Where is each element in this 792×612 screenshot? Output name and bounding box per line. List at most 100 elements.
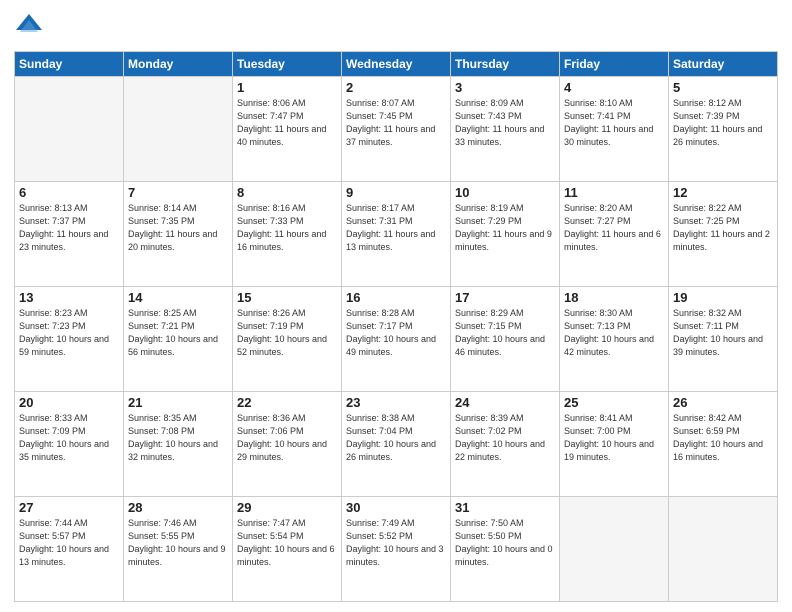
calendar-week-5: 27 Sunrise: 7:44 AMSunset: 5:57 PMDayligh… <box>15 497 778 602</box>
logo <box>14 10 48 45</box>
day-info: Sunrise: 8:42 AMSunset: 6:59 PMDaylight:… <box>673 412 773 464</box>
calendar-cell: 17 Sunrise: 8:29 AMSunset: 7:15 PMDayligh… <box>451 287 560 392</box>
day-info: Sunrise: 8:25 AMSunset: 7:21 PMDaylight:… <box>128 307 228 359</box>
calendar-cell: 22 Sunrise: 8:36 AMSunset: 7:06 PMDayligh… <box>233 392 342 497</box>
day-info: Sunrise: 8:10 AMSunset: 7:41 PMDaylight:… <box>564 97 664 149</box>
calendar-cell: 5 Sunrise: 8:12 AMSunset: 7:39 PMDaylight… <box>669 77 778 182</box>
day-number: 5 <box>673 80 773 95</box>
calendar-cell: 6Sunrise: 8:13 AMSunset: 7:37 PMDaylight… <box>15 182 124 287</box>
day-number: 13 <box>19 290 119 305</box>
day-number: 19 <box>673 290 773 305</box>
calendar-cell: 20Sunrise: 8:33 AMSunset: 7:09 PMDayligh… <box>15 392 124 497</box>
calendar-week-1: 1 Sunrise: 8:06 AMSunset: 7:47 PMDaylight… <box>15 77 778 182</box>
calendar-week-4: 20Sunrise: 8:33 AMSunset: 7:09 PMDayligh… <box>15 392 778 497</box>
day-number: 26 <box>673 395 773 410</box>
calendar-cell: 9 Sunrise: 8:17 AMSunset: 7:31 PMDaylight… <box>342 182 451 287</box>
calendar-cell: 23 Sunrise: 8:38 AMSunset: 7:04 PMDayligh… <box>342 392 451 497</box>
calendar-cell: 1 Sunrise: 8:06 AMSunset: 7:47 PMDaylight… <box>233 77 342 182</box>
day-number: 7 <box>128 185 228 200</box>
day-info: Sunrise: 8:22 AMSunset: 7:25 PMDaylight:… <box>673 202 773 254</box>
day-number: 15 <box>237 290 337 305</box>
day-info: Sunrise: 8:39 AMSunset: 7:02 PMDaylight:… <box>455 412 555 464</box>
calendar-cell: 28 Sunrise: 7:46 AMSunset: 5:55 PMDayligh… <box>124 497 233 602</box>
header-thursday: Thursday <box>451 52 560 77</box>
day-number: 16 <box>346 290 446 305</box>
calendar-cell: 26 Sunrise: 8:42 AMSunset: 6:59 PMDayligh… <box>669 392 778 497</box>
day-number: 30 <box>346 500 446 515</box>
day-number: 14 <box>128 290 228 305</box>
day-info: Sunrise: 8:14 AMSunset: 7:35 PMDaylight:… <box>128 202 228 254</box>
day-info: Sunrise: 8:12 AMSunset: 7:39 PMDaylight:… <box>673 97 773 149</box>
calendar-cell: 12Sunrise: 8:22 AMSunset: 7:25 PMDayligh… <box>669 182 778 287</box>
day-info: Sunrise: 8:35 AMSunset: 7:08 PMDaylight:… <box>128 412 228 464</box>
calendar-cell: 7 Sunrise: 8:14 AMSunset: 7:35 PMDaylight… <box>124 182 233 287</box>
calendar-cell: 18 Sunrise: 8:30 AMSunset: 7:13 PMDayligh… <box>560 287 669 392</box>
day-info: Sunrise: 8:19 AMSunset: 7:29 PMDaylight:… <box>455 202 555 254</box>
day-info: Sunrise: 8:32 AMSunset: 7:11 PMDaylight:… <box>673 307 773 359</box>
calendar-cell: 25 Sunrise: 8:41 AMSunset: 7:00 PMDayligh… <box>560 392 669 497</box>
day-number: 22 <box>237 395 337 410</box>
calendar-cell <box>669 497 778 602</box>
day-number: 18 <box>564 290 664 305</box>
day-number: 25 <box>564 395 664 410</box>
calendar-cell: 11 Sunrise: 8:20 AMSunset: 7:27 PMDayligh… <box>560 182 669 287</box>
day-info: Sunrise: 8:17 AMSunset: 7:31 PMDaylight:… <box>346 202 446 254</box>
day-info: Sunrise: 7:44 AMSunset: 5:57 PMDaylight:… <box>19 517 119 569</box>
calendar-week-3: 13 Sunrise: 8:23 AMSunset: 7:23 PMDayligh… <box>15 287 778 392</box>
day-number: 27 <box>19 500 119 515</box>
calendar-cell: 31 Sunrise: 7:50 AMSunset: 5:50 PMDayligh… <box>451 497 560 602</box>
day-info: Sunrise: 8:07 AMSunset: 7:45 PMDaylight:… <box>346 97 446 149</box>
day-info: Sunrise: 8:23 AMSunset: 7:23 PMDaylight:… <box>19 307 119 359</box>
calendar-cell: 3 Sunrise: 8:09 AMSunset: 7:43 PMDaylight… <box>451 77 560 182</box>
calendar-cell: 27 Sunrise: 7:44 AMSunset: 5:57 PMDayligh… <box>15 497 124 602</box>
calendar-cell: 10 Sunrise: 8:19 AMSunset: 7:29 PMDayligh… <box>451 182 560 287</box>
day-number: 1 <box>237 80 337 95</box>
day-info: Sunrise: 7:49 AMSunset: 5:52 PMDaylight:… <box>346 517 446 569</box>
day-number: 2 <box>346 80 446 95</box>
day-info: Sunrise: 8:26 AMSunset: 7:19 PMDaylight:… <box>237 307 337 359</box>
header-saturday: Saturday <box>669 52 778 77</box>
calendar-header-row: SundayMondayTuesdayWednesdayThursdayFrid… <box>15 52 778 77</box>
header-monday: Monday <box>124 52 233 77</box>
calendar-cell <box>560 497 669 602</box>
calendar-cell: 16 Sunrise: 8:28 AMSunset: 7:17 PMDayligh… <box>342 287 451 392</box>
header-sunday: Sunday <box>15 52 124 77</box>
day-number: 11 <box>564 185 664 200</box>
day-number: 6 <box>19 185 119 200</box>
day-info: Sunrise: 8:06 AMSunset: 7:47 PMDaylight:… <box>237 97 337 149</box>
day-info: Sunrise: 8:16 AMSunset: 7:33 PMDaylight:… <box>237 202 337 254</box>
day-info: Sunrise: 8:09 AMSunset: 7:43 PMDaylight:… <box>455 97 555 149</box>
day-info: Sunrise: 8:36 AMSunset: 7:06 PMDaylight:… <box>237 412 337 464</box>
header-tuesday: Tuesday <box>233 52 342 77</box>
day-number: 9 <box>346 185 446 200</box>
page: SundayMondayTuesdayWednesdayThursdayFrid… <box>0 0 792 612</box>
calendar-cell: 4Sunrise: 8:10 AMSunset: 7:41 PMDaylight… <box>560 77 669 182</box>
day-info: Sunrise: 7:46 AMSunset: 5:55 PMDaylight:… <box>128 517 228 569</box>
day-number: 8 <box>237 185 337 200</box>
day-number: 23 <box>346 395 446 410</box>
header-wednesday: Wednesday <box>342 52 451 77</box>
header-friday: Friday <box>560 52 669 77</box>
calendar-cell: 2 Sunrise: 8:07 AMSunset: 7:45 PMDaylight… <box>342 77 451 182</box>
day-info: Sunrise: 8:20 AMSunset: 7:27 PMDaylight:… <box>564 202 664 254</box>
calendar-table: SundayMondayTuesdayWednesdayThursdayFrid… <box>14 51 778 602</box>
day-number: 28 <box>128 500 228 515</box>
day-number: 31 <box>455 500 555 515</box>
calendar-cell: 8 Sunrise: 8:16 AMSunset: 7:33 PMDaylight… <box>233 182 342 287</box>
calendar-cell: 13 Sunrise: 8:23 AMSunset: 7:23 PMDayligh… <box>15 287 124 392</box>
day-number: 3 <box>455 80 555 95</box>
day-info: Sunrise: 7:47 AMSunset: 5:54 PMDaylight:… <box>237 517 337 569</box>
calendar-week-2: 6Sunrise: 8:13 AMSunset: 7:37 PMDaylight… <box>15 182 778 287</box>
day-number: 17 <box>455 290 555 305</box>
day-info: Sunrise: 8:41 AMSunset: 7:00 PMDaylight:… <box>564 412 664 464</box>
day-info: Sunrise: 8:29 AMSunset: 7:15 PMDaylight:… <box>455 307 555 359</box>
day-info: Sunrise: 8:30 AMSunset: 7:13 PMDaylight:… <box>564 307 664 359</box>
header <box>14 10 778 45</box>
calendar-cell: 24Sunrise: 8:39 AMSunset: 7:02 PMDayligh… <box>451 392 560 497</box>
logo-icon <box>14 10 44 40</box>
day-number: 10 <box>455 185 555 200</box>
day-info: Sunrise: 8:28 AMSunset: 7:17 PMDaylight:… <box>346 307 446 359</box>
calendar-cell <box>124 77 233 182</box>
day-info: Sunrise: 8:38 AMSunset: 7:04 PMDaylight:… <box>346 412 446 464</box>
day-info: Sunrise: 7:50 AMSunset: 5:50 PMDaylight:… <box>455 517 555 569</box>
